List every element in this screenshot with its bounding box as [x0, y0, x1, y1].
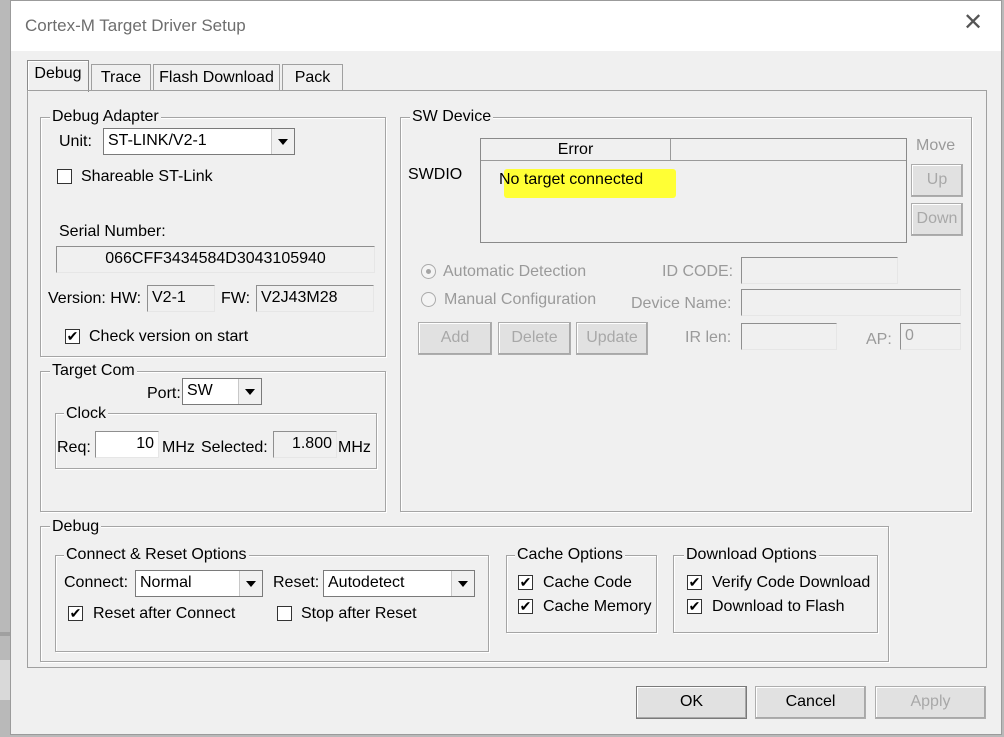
automatic-detection-label: Automatic Detection: [443, 263, 587, 280]
clock-label: Clock: [64, 405, 109, 423]
close-icon[interactable]: ✕: [961, 11, 985, 35]
move-label: Move: [916, 137, 956, 154]
reset-label: Reset:: [273, 574, 320, 591]
connect-select[interactable]: Normal: [135, 570, 263, 597]
connect-label: Connect:: [64, 574, 129, 591]
chevron-down-icon[interactable]: [271, 129, 294, 154]
move-down-button[interactable]: Down: [911, 203, 963, 236]
reset-after-connect-checkbox[interactable]: ✔: [68, 606, 83, 621]
unit-select[interactable]: ST-LINK/V2-1: [103, 128, 295, 155]
shareable-st-link-checkbox[interactable]: [57, 169, 72, 184]
cache-code-checkbox[interactable]: ✔: [518, 575, 533, 590]
ir-len-field[interactable]: [741, 323, 837, 350]
download-options-group: [673, 555, 878, 633]
req-label: Req:: [57, 439, 91, 456]
chevron-down-icon[interactable]: [239, 571, 262, 596]
ir-len-label: IR len:: [685, 329, 732, 346]
selected-frequency-field: 1.800: [273, 431, 337, 458]
debug-adapter-label: Debug Adapter: [50, 108, 161, 126]
unit-select-value: ST-LINK/V2-1: [108, 132, 207, 149]
manual-configuration-radio[interactable]: [421, 292, 436, 307]
tab-trace[interactable]: Trace: [91, 64, 151, 91]
update-button[interactable]: Update: [576, 322, 648, 355]
hw-version-label: Version: HW:: [48, 290, 142, 307]
serial-number-label: Serial Number:: [59, 223, 166, 240]
ap-label: AP:: [866, 331, 892, 348]
download-to-flash-checkbox[interactable]: ✔: [687, 599, 702, 614]
unit-label: Unit:: [59, 133, 92, 150]
chevron-down-icon[interactable]: [451, 571, 474, 596]
tab-flash-download[interactable]: Flash Download: [153, 64, 280, 91]
connect-select-value: Normal: [140, 574, 192, 591]
cache-code-label: Cache Code: [543, 574, 632, 591]
sw-device-label: SW Device: [410, 108, 494, 126]
delete-button[interactable]: Delete: [498, 322, 571, 355]
column-error-header[interactable]: Error: [481, 139, 671, 161]
selected-label: Selected:: [201, 439, 268, 456]
cache-memory-checkbox[interactable]: ✔: [518, 599, 533, 614]
device-name-label: Device Name:: [631, 295, 732, 312]
serial-number-field: 066CFF3434584D3043105940: [56, 246, 375, 273]
device-name-field[interactable]: [741, 289, 961, 316]
check-version-label: Check version on start: [89, 328, 249, 345]
cache-options-group: [506, 555, 657, 633]
reset-select-value: Autodetect: [328, 574, 405, 591]
title-bar: Cortex-M Target Driver Setup ✕: [11, 1, 1001, 51]
move-up-button[interactable]: Up: [911, 164, 963, 197]
automatic-detection-radio[interactable]: [421, 264, 436, 279]
column-header-empty[interactable]: [671, 139, 906, 161]
reset-after-connect-label: Reset after Connect: [93, 605, 236, 622]
reset-select[interactable]: Autodetect: [323, 570, 475, 597]
download-options-label: Download Options: [684, 546, 819, 564]
chevron-down-icon[interactable]: [238, 379, 261, 404]
req-unit-label: MHz: [162, 439, 195, 456]
target-com-label: Target Com: [50, 362, 137, 380]
ok-button[interactable]: OK: [636, 686, 747, 719]
cache-options-label: Cache Options: [515, 546, 625, 564]
manual-configuration-label: Manual Configuration: [444, 291, 597, 308]
selected-unit-label: MHz: [338, 439, 371, 456]
tab-debug[interactable]: Debug: [27, 60, 89, 92]
port-label: Port:: [147, 385, 181, 402]
id-code-label: ID CODE:: [662, 263, 734, 280]
error-message: No target connected: [499, 171, 644, 188]
stop-after-reset-checkbox[interactable]: [277, 606, 292, 621]
port-select[interactable]: SW: [182, 378, 262, 405]
swdio-label: SWDIO: [408, 166, 463, 183]
req-frequency-input[interactable]: 10: [95, 431, 159, 458]
debug-options-label: Debug: [50, 518, 102, 536]
add-button[interactable]: Add: [418, 322, 492, 355]
download-to-flash-label: Download to Flash: [712, 598, 845, 615]
shareable-st-link-label: Shareable ST-Link: [81, 168, 213, 185]
cancel-button[interactable]: Cancel: [755, 686, 866, 719]
port-select-value: SW: [187, 382, 213, 399]
fw-version-label: FW:: [221, 290, 251, 307]
tab-pack[interactable]: Pack: [282, 64, 343, 91]
verify-code-download-checkbox[interactable]: ✔: [687, 575, 702, 590]
fw-version-field: V2J43M28: [256, 285, 374, 312]
cache-memory-label: Cache Memory: [543, 598, 652, 615]
id-code-field[interactable]: [741, 257, 898, 284]
ap-field[interactable]: 0: [900, 323, 961, 350]
stop-after-reset-label: Stop after Reset: [301, 605, 417, 622]
target-driver-setup-dialog: Cortex-M Target Driver Setup ✕ Debug Tra…: [10, 0, 1002, 735]
hw-version-field: V2-1: [147, 285, 215, 312]
verify-code-download-label: Verify Code Download: [712, 574, 871, 591]
apply-button[interactable]: Apply: [875, 686, 986, 719]
connect-reset-label: Connect & Reset Options: [64, 546, 249, 564]
check-version-checkbox[interactable]: ✔: [65, 329, 80, 344]
dialog-title: Cortex-M Target Driver Setup: [25, 16, 246, 35]
